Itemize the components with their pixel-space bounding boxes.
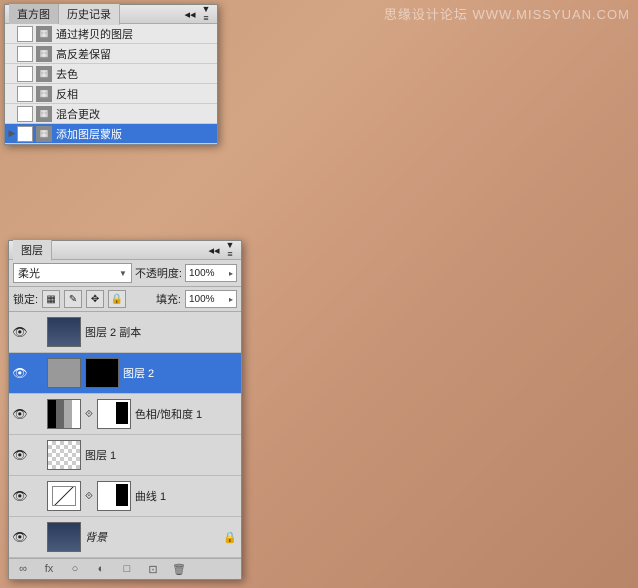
link-layers-icon[interactable]: ∞ bbox=[15, 561, 31, 577]
visibility-icon[interactable]: 👁 bbox=[13, 407, 27, 421]
visibility-icon[interactable]: 👁 bbox=[13, 366, 27, 380]
layer-row[interactable]: 👁 ⟐ 曲线 1 bbox=[9, 476, 241, 517]
history-item[interactable]: ▦ 高反差保留 bbox=[5, 44, 217, 64]
visibility-icon[interactable]: 👁 bbox=[13, 448, 27, 462]
visibility-icon[interactable]: 👁 bbox=[13, 530, 27, 544]
layer-thumbnail[interactable] bbox=[47, 522, 81, 552]
chevron-right-icon: ▸ bbox=[229, 269, 233, 278]
adjustment-icon[interactable]: ◐ bbox=[93, 561, 109, 577]
blend-mode-value: 柔光 bbox=[18, 265, 40, 281]
layers-panel: 图层 ◂◂ ▼≡ 柔光 ▼ 不透明度: 100% ▸ 锁定: ▦ ✎ ✥ 🔒 填… bbox=[8, 240, 242, 580]
history-item-label: 通过拷贝的图层 bbox=[56, 26, 133, 42]
fill-input[interactable]: 100% ▸ bbox=[185, 290, 237, 308]
layer-thumbnail[interactable] bbox=[97, 399, 131, 429]
blend-opacity-row: 柔光 ▼ 不透明度: 100% ▸ bbox=[9, 260, 241, 287]
history-step-icon: ▦ bbox=[36, 26, 52, 42]
lock-fill-row: 锁定: ▦ ✎ ✥ 🔒 填充: 100% ▸ bbox=[9, 287, 241, 312]
fx-icon[interactable]: fx bbox=[41, 561, 57, 577]
chevron-down-icon: ▼ bbox=[119, 269, 127, 278]
trash-icon[interactable]: 🗑 bbox=[171, 561, 187, 577]
history-item-label: 高反差保留 bbox=[56, 46, 111, 62]
layer-name[interactable]: 图层 2 bbox=[123, 365, 154, 381]
blend-mode-select[interactable]: 柔光 ▼ bbox=[13, 263, 132, 283]
play-marker: ▶ bbox=[7, 128, 17, 139]
visibility-icon[interactable]: 👁 bbox=[13, 325, 27, 339]
history-item-label: 混合更改 bbox=[56, 106, 100, 122]
tab-history[interactable]: 历史记录 bbox=[59, 4, 120, 25]
opacity-label: 不透明度: bbox=[135, 265, 182, 281]
history-checkbox[interactable] bbox=[17, 106, 33, 122]
history-item-label: 反相 bbox=[56, 86, 78, 102]
collapse-icon[interactable]: ◂◂ bbox=[205, 243, 223, 257]
history-step-icon: ▦ bbox=[36, 46, 52, 62]
lock-icon: 🔒 bbox=[223, 531, 237, 544]
layer-thumbnail[interactable] bbox=[47, 358, 81, 388]
layer-name[interactable]: 背景 bbox=[85, 529, 107, 545]
history-checkbox[interactable] bbox=[17, 46, 33, 62]
opacity-input[interactable]: 100% ▸ bbox=[185, 264, 237, 282]
link-icon: ⟐ bbox=[85, 491, 93, 502]
history-item-label: 添加图层蒙版 bbox=[56, 126, 122, 142]
history-item[interactable]: ▶ ▦ 添加图层蒙版 bbox=[5, 124, 217, 144]
layer-thumbnail[interactable] bbox=[47, 481, 81, 511]
history-step-icon: ▦ bbox=[36, 86, 52, 102]
lock-label: 锁定: bbox=[13, 291, 38, 307]
history-item[interactable]: ▦ 混合更改 bbox=[5, 104, 217, 124]
history-checkbox[interactable] bbox=[17, 86, 33, 102]
group-icon[interactable]: □ bbox=[119, 561, 135, 577]
history-checkbox[interactable] bbox=[17, 26, 33, 42]
lock-all-icon[interactable]: 🔒 bbox=[108, 290, 126, 308]
visibility-icon[interactable]: 👁 bbox=[13, 489, 27, 503]
history-item[interactable]: ▦ 通过拷贝的图层 bbox=[5, 24, 217, 44]
layer-list: 👁 图层 2 副本 👁 图层 2 👁 ⟐ 色相/饱和度 1 👁 图层 1 👁 ⟐… bbox=[9, 312, 241, 558]
history-step-icon: ▦ bbox=[36, 106, 52, 122]
lock-transparency-icon[interactable]: ▦ bbox=[42, 290, 60, 308]
history-item-label: 去色 bbox=[56, 66, 78, 82]
tab-histogram[interactable]: 直方图 bbox=[9, 4, 59, 24]
layer-name[interactable]: 色相/饱和度 1 bbox=[135, 406, 202, 422]
layer-thumbnail[interactable] bbox=[47, 440, 81, 470]
layer-name[interactable]: 图层 2 副本 bbox=[85, 324, 141, 340]
history-item[interactable]: ▦ 反相 bbox=[5, 84, 217, 104]
layer-row[interactable]: 👁 ⟐ 色相/饱和度 1 bbox=[9, 394, 241, 435]
history-checkbox[interactable] bbox=[17, 126, 33, 142]
collapse-icon[interactable]: ◂◂ bbox=[181, 7, 199, 21]
mask-icon[interactable]: ○ bbox=[67, 561, 83, 577]
history-panel: 直方图 历史记录 ◂◂ ▼≡ ▦ 通过拷贝的图层 ▦ 高反差保留 ▦ 去色 ▦ … bbox=[4, 4, 218, 145]
chevron-right-icon: ▸ bbox=[229, 295, 233, 304]
history-step-icon: ▦ bbox=[36, 66, 52, 82]
layer-thumbnail[interactable] bbox=[97, 481, 131, 511]
layer-thumbnail[interactable] bbox=[47, 399, 81, 429]
watermark: 思缘设计论坛 WWW.MISSYUAN.COM bbox=[384, 4, 630, 23]
fill-label: 填充: bbox=[156, 291, 181, 307]
panel-menu-icon[interactable]: ▼≡ bbox=[223, 241, 237, 259]
layers-header: 图层 ◂◂ ▼≡ bbox=[9, 241, 241, 260]
layer-row[interactable]: 👁 图层 2 副本 bbox=[9, 312, 241, 353]
layer-row[interactable]: 👁 背景 🔒 bbox=[9, 517, 241, 558]
lock-position-icon[interactable]: ✥ bbox=[86, 290, 104, 308]
history-header: 直方图 历史记录 ◂◂ ▼≡ bbox=[5, 5, 217, 24]
link-icon: ⟐ bbox=[85, 409, 93, 420]
layer-row[interactable]: 👁 图层 2 bbox=[9, 353, 241, 394]
panel-menu-icon[interactable]: ▼≡ bbox=[199, 5, 213, 23]
layers-footer: ∞ fx ○ ◐ □ ⊡ 🗑 bbox=[9, 558, 241, 579]
layer-name[interactable]: 曲线 1 bbox=[135, 488, 166, 504]
new-layer-icon[interactable]: ⊡ bbox=[145, 561, 161, 577]
layer-thumbnail[interactable] bbox=[85, 358, 119, 388]
layer-thumbnail[interactable] bbox=[47, 317, 81, 347]
lock-pixels-icon[interactable]: ✎ bbox=[64, 290, 82, 308]
layer-row[interactable]: 👁 图层 1 bbox=[9, 435, 241, 476]
history-checkbox[interactable] bbox=[17, 66, 33, 82]
history-item[interactable]: ▦ 去色 bbox=[5, 64, 217, 84]
history-step-icon: ▦ bbox=[36, 126, 52, 142]
history-list: ▦ 通过拷贝的图层 ▦ 高反差保留 ▦ 去色 ▦ 反相 ▦ 混合更改▶ ▦ 添加… bbox=[5, 24, 217, 144]
layer-name[interactable]: 图层 1 bbox=[85, 447, 116, 463]
tab-layers[interactable]: 图层 bbox=[13, 240, 52, 261]
